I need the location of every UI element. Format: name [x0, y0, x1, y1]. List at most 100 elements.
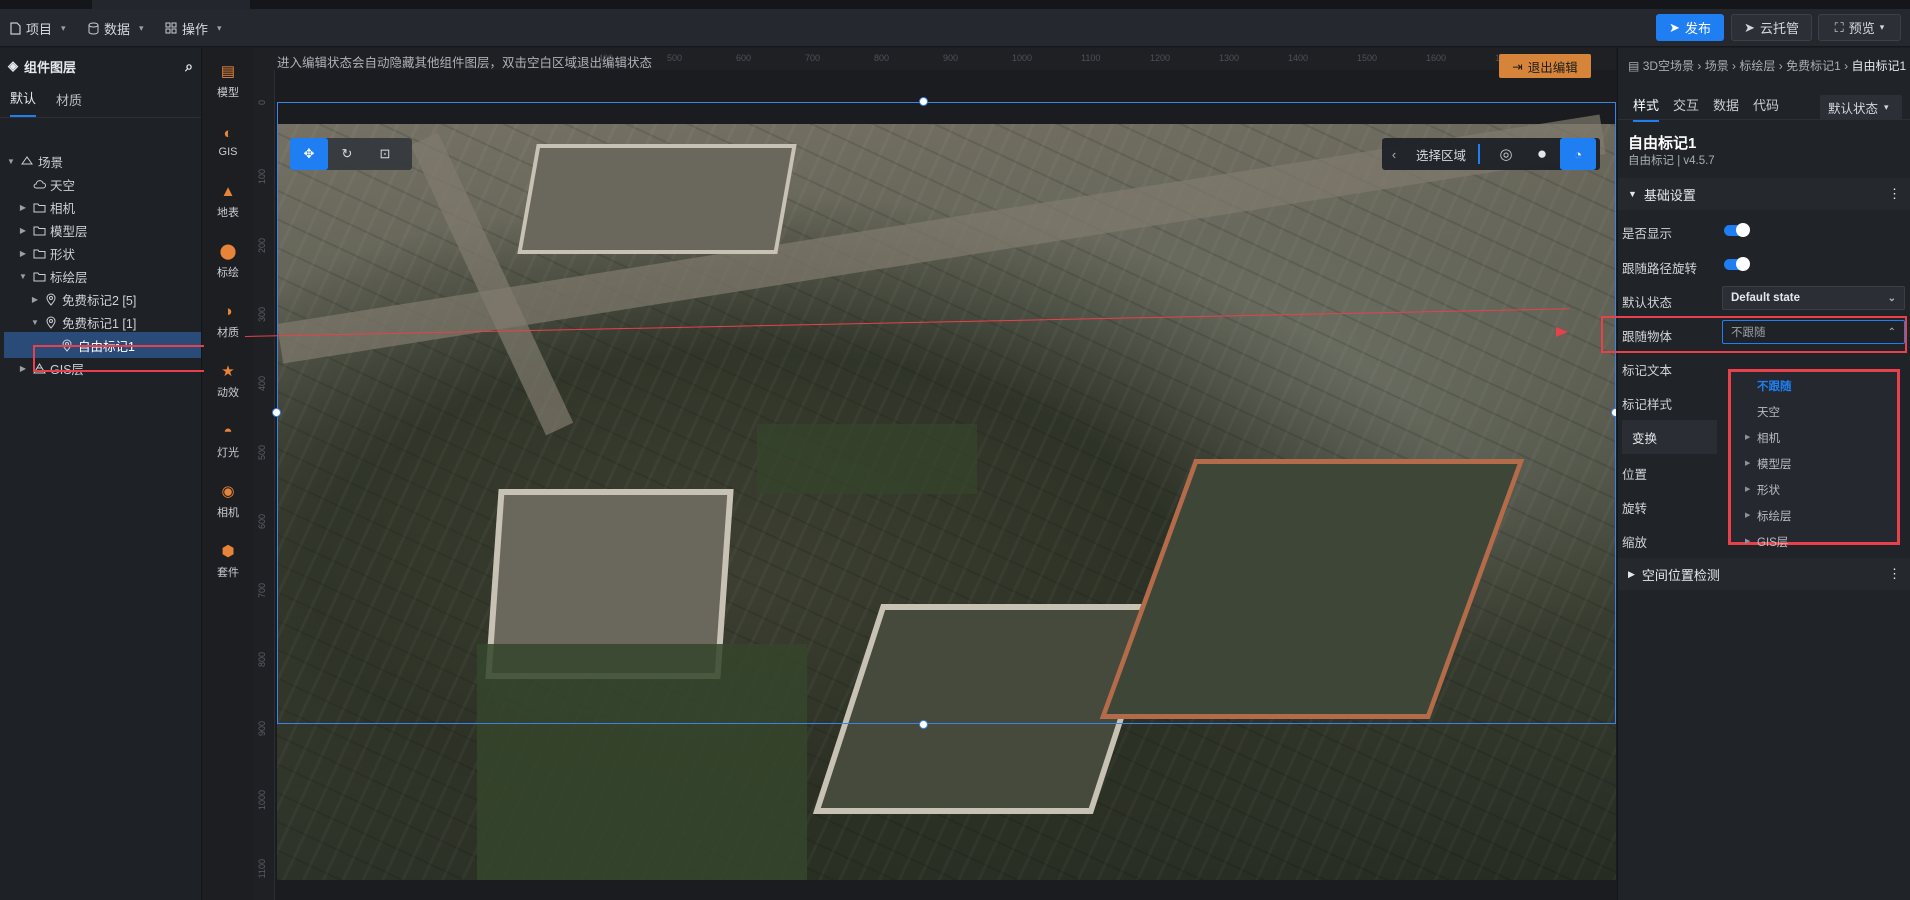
- marker-icon: [60, 338, 74, 352]
- chevron-down-icon: ▾: [217, 22, 222, 33]
- default-state-value: Default state: [1731, 292, 1801, 304]
- breadcrumb-item[interactable]: 场景: [1705, 59, 1729, 73]
- chevron-left-icon[interactable]: ‹: [1382, 147, 1406, 162]
- ruler-tick-label: 500: [667, 53, 683, 63]
- tree-item-label: 标绘层: [50, 270, 88, 285]
- sidebar-item[interactable]: ⬢ 套件: [204, 533, 252, 589]
- section-basic[interactable]: ▼ 基础设置 ⋮: [1618, 178, 1910, 210]
- caret-right-icon[interactable]: ▶: [1745, 459, 1750, 467]
- breadcrumb-item[interactable]: 3D空场景: [1643, 59, 1694, 73]
- model-icon: ▤: [220, 63, 236, 80]
- preview-button[interactable]: ⛶ 预览 ▾: [1818, 14, 1901, 41]
- exit-edit-label: 退出编辑: [1527, 60, 1578, 75]
- document-icon: ▤: [1628, 59, 1640, 73]
- editor-canvas[interactable]: 400 500 600 700 800 900 1000 1100 1200 1300 1400 15…: [253, 48, 1616, 900]
- marker-icon: [44, 315, 58, 329]
- scale-tool-button[interactable]: ⊡: [366, 138, 404, 170]
- cloud-icon: [32, 177, 46, 191]
- window-tab[interactable]: [92, 0, 250, 9]
- light-icon: ◓: [223, 422, 233, 440]
- dropdown-option[interactable]: 不跟随: [1757, 378, 1792, 394]
- tab-default[interactable]: 默认: [10, 88, 37, 117]
- sidebar-item[interactable]: ◑ 材质: [204, 293, 252, 349]
- follow-object-select[interactable]: 不跟随 ⌃: [1722, 320, 1905, 344]
- caret-down-icon[interactable]: ▼: [6, 157, 16, 166]
- sidebar-item[interactable]: ◓ 灯光: [204, 413, 252, 469]
- globe-icon[interactable]: ◎: [1488, 145, 1524, 163]
- ruler-tick-label: 1300: [1219, 53, 1240, 63]
- breadcrumb-item[interactable]: 免费标记1: [1786, 59, 1841, 73]
- sidebar-item[interactable]: ★ 动效: [204, 353, 252, 409]
- file-icon: [10, 21, 21, 35]
- resize-handle[interactable]: [272, 408, 281, 417]
- annotation-arrow-head: [1556, 327, 1568, 337]
- sidebar-item[interactable]: ▤ 模型: [204, 53, 252, 109]
- transform-toolbar: ✥ ↻ ⊡: [290, 138, 412, 170]
- ruler-tick-label: 1000: [257, 790, 267, 811]
- rotate-tool-button[interactable]: ↻: [328, 138, 366, 170]
- resize-handle[interactable]: [919, 97, 928, 106]
- menu-operation[interactable]: 操作 ▾: [165, 18, 222, 38]
- caret-right-icon[interactable]: ▶: [18, 203, 28, 212]
- default-state-select[interactable]: Default state ⌄: [1722, 286, 1905, 310]
- sidebar-item[interactable]: ◉ 相机: [204, 473, 252, 529]
- layers-panel-header: ◈ 组件图层 ⌕: [0, 48, 201, 84]
- tree-item-label: 免费标记1 [1]: [62, 316, 137, 331]
- caret-right-icon[interactable]: ▶: [18, 249, 28, 258]
- cloud-host-button[interactable]: ➤ 云托管: [1731, 14, 1812, 41]
- transform-label: 变换: [1632, 431, 1658, 446]
- tab-material[interactable]: 材质: [56, 90, 82, 117]
- dropdown-option[interactable]: 相机: [1757, 430, 1780, 446]
- dropdown-option[interactable]: 天空: [1757, 404, 1780, 420]
- ruler-tick-label: 1500: [1357, 53, 1378, 63]
- caret-right-icon[interactable]: ▶: [1745, 537, 1750, 545]
- caret-right-icon[interactable]: ▶: [1745, 485, 1750, 493]
- chevron-down-icon: ▾: [1884, 102, 1889, 112]
- more-icon[interactable]: ⋮: [1888, 566, 1901, 582]
- tab-interaction[interactable]: 交互: [1673, 95, 1699, 114]
- transform-section[interactable]: 变换: [1622, 420, 1717, 454]
- search-icon[interactable]: ⌕: [185, 58, 193, 75]
- state-select[interactable]: 默认状态 ▾: [1820, 95, 1902, 120]
- dropdown-option[interactable]: 形状: [1757, 482, 1780, 498]
- publish-button[interactable]: ➤ 发布: [1656, 14, 1724, 41]
- sidebar-item[interactable]: ⬤ 标绘: [204, 233, 252, 289]
- region-select-label[interactable]: 选择区域: [1416, 145, 1478, 164]
- section-spatial[interactable]: ▶ 空间位置检测 ⋮: [1618, 558, 1910, 590]
- exit-edit-button[interactable]: ⇥ 退出编辑: [1499, 54, 1591, 78]
- caret-right-icon[interactable]: ▶: [30, 295, 40, 304]
- tab-style[interactable]: 样式: [1633, 95, 1660, 122]
- show-toggle[interactable]: [1724, 223, 1750, 237]
- mark-text-label: 标记文本: [1622, 364, 1673, 378]
- caret-down-icon[interactable]: ▼: [30, 318, 40, 327]
- show-label: 是否显示: [1622, 227, 1673, 241]
- caret-down-icon[interactable]: ▼: [18, 272, 28, 281]
- breadcrumb-item[interactable]: 标绘层: [1739, 59, 1775, 73]
- resize-handle[interactable]: [919, 720, 928, 729]
- menu-project[interactable]: 项目 ▾: [10, 18, 66, 38]
- tab-data[interactable]: 数据: [1713, 95, 1739, 114]
- sidebar-item-label: 相机: [217, 506, 239, 519]
- tree-item[interactable]: ▶ GIS层: [0, 355, 201, 381]
- caret-right-icon[interactable]: ▶: [1745, 433, 1750, 441]
- caret-right-icon[interactable]: ▶: [18, 226, 28, 235]
- sidebar-item[interactable]: ▲ 地表: [204, 173, 252, 229]
- caret-right-icon[interactable]: ▶: [18, 364, 28, 373]
- resize-handle[interactable]: [1611, 408, 1616, 417]
- orbit-icon[interactable]: ◔: [1560, 138, 1596, 170]
- move-tool-button[interactable]: ✥: [290, 138, 328, 170]
- sidebar-item[interactable]: ◐ GIS: [204, 113, 252, 169]
- tab-code[interactable]: 代码: [1753, 95, 1779, 114]
- dropdown-option[interactable]: 模型层: [1757, 456, 1792, 472]
- caret-right-icon[interactable]: ▶: [1745, 511, 1750, 519]
- dropdown-option[interactable]: 标绘层: [1757, 508, 1792, 524]
- caret-down-icon: ▼: [1628, 189, 1637, 199]
- folder-icon: [32, 223, 46, 237]
- dropdown-option[interactable]: GIS层: [1757, 534, 1788, 550]
- camera-icon: ◉: [221, 483, 235, 500]
- kit-icon: ⬢: [221, 543, 235, 560]
- menu-data[interactable]: 数据 ▾: [88, 18, 144, 38]
- more-icon[interactable]: ⋮: [1888, 186, 1901, 202]
- sphere-icon[interactable]: ●: [1524, 144, 1560, 164]
- follow-rotate-toggle[interactable]: [1724, 257, 1750, 271]
